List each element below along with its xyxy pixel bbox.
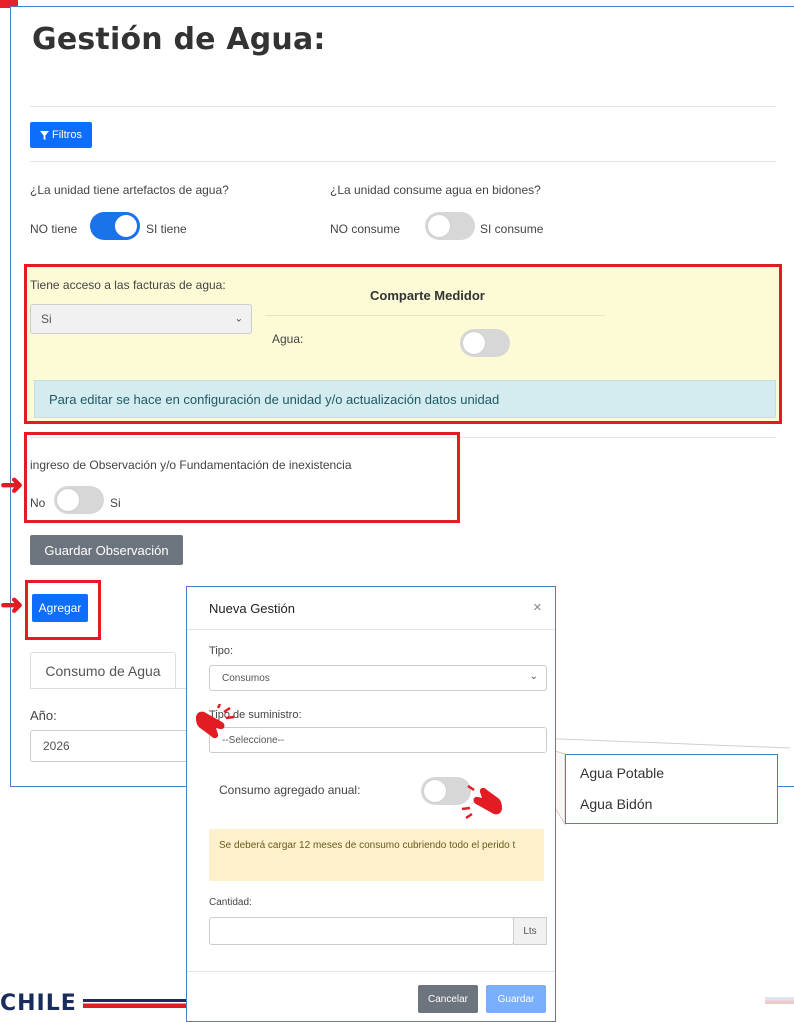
amount-label: Cantidad:: [209, 897, 252, 908]
tipo-select-value: Consumos: [222, 672, 270, 684]
supply-select[interactable]: --Seleccione--: [209, 727, 547, 753]
pointing-hand-icon: [461, 784, 502, 820]
tipo-select[interactable]: Consumos ⌄: [209, 665, 547, 691]
save-button[interactable]: Guardar: [486, 985, 546, 1013]
divider: [187, 971, 555, 972]
modal-title: Nueva Gestión: [209, 601, 295, 616]
option-agua-potable[interactable]: Agua Potable: [580, 765, 664, 781]
annual-consumption-label: Consumo agregado anual:: [219, 783, 361, 797]
close-icon[interactable]: ×: [533, 599, 542, 616]
pointing-hand-icon: [196, 704, 235, 739]
supply-options-dropdown: Agua Potable Agua Bidón: [565, 754, 778, 824]
tipo-label: Tipo:: [209, 645, 234, 657]
option-agua-bidon[interactable]: Agua Bidón: [580, 796, 652, 812]
warning-alert: Se deberá cargar 12 meses de consumo cub…: [209, 829, 544, 881]
chevron-down-icon: ⌄: [529, 671, 538, 682]
toggle-knob: [424, 780, 446, 802]
unit-addon: Lts: [513, 917, 547, 945]
amount-input[interactable]: [209, 917, 514, 945]
divider: [187, 629, 555, 630]
cancel-button[interactable]: Cancelar: [418, 985, 478, 1013]
